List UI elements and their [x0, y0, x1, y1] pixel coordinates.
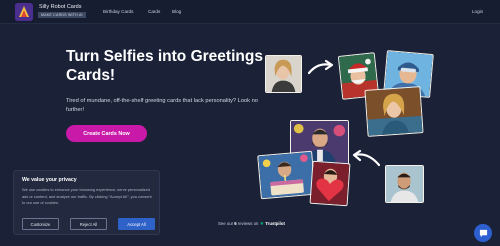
hero-title: Turn Selfies into Greetings Cards!: [66, 48, 263, 84]
chat-bubble-icon[interactable]: [474, 224, 492, 242]
trustpilot-label: Trustpilot: [265, 221, 285, 226]
nav-link-blog[interactable]: Blog: [172, 9, 181, 14]
brand-tagline: MAKE CARDS WITH AI: [38, 12, 86, 18]
cookie-consent-dialog: We value your privacy We use cookies to …: [13, 170, 160, 235]
card-heart: [309, 160, 351, 207]
nav-link-birthday-cards[interactable]: Birthday Cards: [103, 9, 133, 14]
reviews-count: 6: [234, 221, 237, 226]
brand-name[interactable]: Silly Robot Cards: [39, 4, 82, 10]
selfie-photo-woman: [265, 55, 302, 93]
curved-arrow-icon: [307, 59, 334, 75]
nav-link-cards[interactable]: Cards: [148, 9, 160, 14]
create-cards-button[interactable]: Create Cards Now: [66, 125, 147, 142]
login-link[interactable]: Login: [472, 9, 483, 14]
reviews-prefix: See our: [218, 221, 234, 226]
trustpilot-star-icon: ★: [259, 221, 265, 227]
selfie-photo-man: [385, 165, 424, 203]
robot-logo-icon[interactable]: [15, 3, 33, 21]
card-birthday-cake: [257, 150, 316, 200]
customize-button[interactable]: Customize: [22, 218, 59, 230]
reviews-suffix: reviews on: [237, 221, 259, 226]
reject-all-button[interactable]: Reject All: [70, 218, 107, 230]
curved-arrow-icon: [352, 149, 381, 167]
top-navbar: Silly Robot Cards MAKE CARDS WITH AI Bir…: [0, 0, 500, 24]
accept-all-button[interactable]: Accept All: [118, 218, 155, 230]
trustpilot-reviews[interactable]: See our 6 reviews on ★ Trustpilot: [218, 221, 285, 227]
card-portrait-woman: [364, 86, 424, 137]
hero-description: Tired of mundane, off-the-shelf greeting…: [66, 98, 258, 113]
consent-text: We use cookies to enhance your browsing …: [22, 187, 152, 206]
consent-title: We value your privacy: [22, 177, 77, 183]
